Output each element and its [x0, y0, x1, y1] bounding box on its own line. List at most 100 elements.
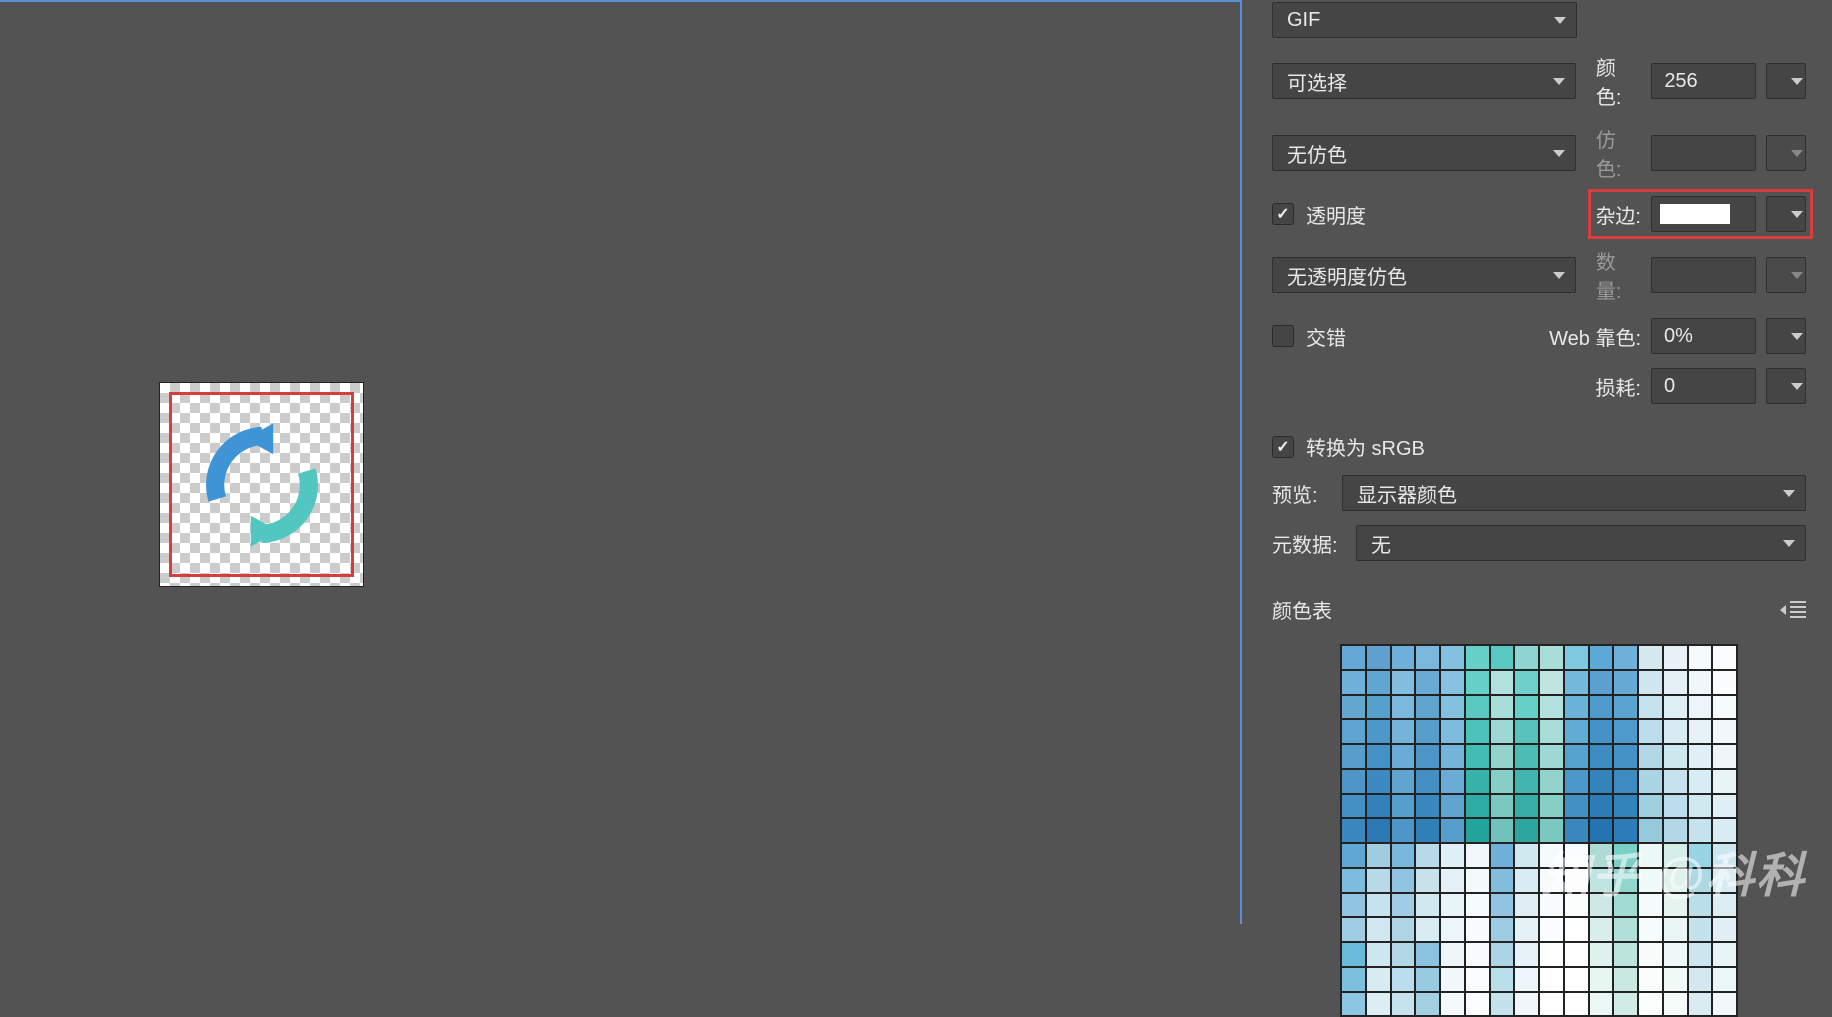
color-swatch[interactable]: [1391, 744, 1416, 769]
color-swatch[interactable]: [1712, 868, 1737, 893]
color-swatch[interactable]: [1391, 917, 1416, 942]
color-swatch[interactable]: [1440, 917, 1465, 942]
color-swatch[interactable]: [1366, 843, 1391, 868]
color-swatch[interactable]: [1688, 917, 1713, 942]
color-swatch[interactable]: [1638, 744, 1663, 769]
color-swatch[interactable]: [1589, 695, 1614, 720]
color-swatch[interactable]: [1391, 893, 1416, 918]
color-swatch[interactable]: [1638, 719, 1663, 744]
color-swatch[interactable]: [1613, 893, 1638, 918]
color-swatch[interactable]: [1688, 893, 1713, 918]
color-swatch[interactable]: [1366, 670, 1391, 695]
color-swatch[interactable]: [1539, 818, 1564, 843]
color-swatch[interactable]: [1514, 992, 1539, 1017]
color-swatch[interactable]: [1712, 719, 1737, 744]
color-swatch[interactable]: [1341, 794, 1366, 819]
color-swatch[interactable]: [1415, 868, 1440, 893]
color-swatch[interactable]: [1514, 670, 1539, 695]
color-swatch[interactable]: [1415, 967, 1440, 992]
metadata-select[interactable]: 无: [1356, 525, 1806, 561]
color-swatch[interactable]: [1564, 942, 1589, 967]
color-swatch[interactable]: [1663, 645, 1688, 670]
color-swatch[interactable]: [1415, 695, 1440, 720]
color-swatch[interactable]: [1589, 843, 1614, 868]
palette-select[interactable]: 可选择: [1272, 63, 1576, 99]
color-swatch[interactable]: [1440, 992, 1465, 1017]
color-swatch[interactable]: [1514, 645, 1539, 670]
color-swatch[interactable]: [1688, 794, 1713, 819]
transparency-dither-select[interactable]: 无透明度仿色: [1272, 257, 1576, 293]
color-swatch[interactable]: [1613, 843, 1638, 868]
color-swatch[interactable]: [1613, 967, 1638, 992]
color-swatch[interactable]: [1688, 818, 1713, 843]
color-swatch[interactable]: [1564, 917, 1589, 942]
color-swatch[interactable]: [1712, 695, 1737, 720]
color-swatch[interactable]: [1564, 893, 1589, 918]
color-swatch[interactable]: [1712, 744, 1737, 769]
color-swatch[interactable]: [1440, 967, 1465, 992]
color-swatch[interactable]: [1638, 992, 1663, 1017]
color-swatch[interactable]: [1490, 917, 1515, 942]
color-swatch[interactable]: [1539, 992, 1564, 1017]
color-swatch[interactable]: [1440, 868, 1465, 893]
color-swatch[interactable]: [1490, 645, 1515, 670]
color-swatch[interactable]: [1688, 769, 1713, 794]
color-swatch[interactable]: [1465, 695, 1490, 720]
color-swatch[interactable]: [1440, 794, 1465, 819]
color-swatch[interactable]: [1514, 744, 1539, 769]
color-swatch[interactable]: [1415, 794, 1440, 819]
color-swatch[interactable]: [1341, 645, 1366, 670]
color-swatch[interactable]: [1712, 942, 1737, 967]
color-swatch[interactable]: [1465, 769, 1490, 794]
color-swatch[interactable]: [1341, 893, 1366, 918]
color-swatch[interactable]: [1440, 645, 1465, 670]
color-swatch[interactable]: [1341, 992, 1366, 1017]
panel-menu-button[interactable]: [1780, 601, 1806, 618]
interlace-checkbox[interactable]: 交错: [1272, 322, 1346, 351]
color-swatch[interactable]: [1341, 917, 1366, 942]
color-swatch[interactable]: [1712, 769, 1737, 794]
color-swatch[interactable]: [1366, 942, 1391, 967]
color-swatch[interactable]: [1589, 670, 1614, 695]
lossy-input[interactable]: 0: [1651, 368, 1756, 404]
color-swatch[interactable]: [1514, 695, 1539, 720]
color-swatch[interactable]: [1391, 719, 1416, 744]
color-swatch[interactable]: [1391, 868, 1416, 893]
color-swatch[interactable]: [1539, 744, 1564, 769]
color-swatch[interactable]: [1490, 818, 1515, 843]
color-swatch[interactable]: [1539, 967, 1564, 992]
color-swatch[interactable]: [1712, 843, 1737, 868]
color-swatch[interactable]: [1663, 769, 1688, 794]
color-swatch[interactable]: [1712, 645, 1737, 670]
color-swatch[interactable]: [1564, 719, 1589, 744]
color-swatch[interactable]: [1688, 695, 1713, 720]
color-swatch[interactable]: [1663, 967, 1688, 992]
preview-select[interactable]: 显示器颜色: [1342, 475, 1806, 511]
color-swatch[interactable]: [1514, 967, 1539, 992]
color-swatch[interactable]: [1564, 769, 1589, 794]
color-swatch[interactable]: [1688, 868, 1713, 893]
color-swatch[interactable]: [1514, 794, 1539, 819]
color-swatch[interactable]: [1589, 868, 1614, 893]
color-swatch[interactable]: [1688, 942, 1713, 967]
color-swatch[interactable]: [1366, 769, 1391, 794]
color-swatch[interactable]: [1712, 893, 1737, 918]
color-swatch[interactable]: [1613, 794, 1638, 819]
dither-select[interactable]: 无仿色: [1272, 135, 1576, 171]
color-swatch[interactable]: [1490, 893, 1515, 918]
color-swatch[interactable]: [1663, 843, 1688, 868]
color-swatch[interactable]: [1415, 843, 1440, 868]
color-swatch[interactable]: [1688, 967, 1713, 992]
color-swatch[interactable]: [1366, 893, 1391, 918]
color-swatch[interactable]: [1514, 868, 1539, 893]
color-swatch[interactable]: [1539, 769, 1564, 794]
color-swatch[interactable]: [1490, 967, 1515, 992]
color-swatch[interactable]: [1341, 868, 1366, 893]
color-swatch[interactable]: [1564, 645, 1589, 670]
color-swatch[interactable]: [1613, 818, 1638, 843]
color-swatch[interactable]: [1366, 818, 1391, 843]
color-swatch[interactable]: [1440, 818, 1465, 843]
color-swatch[interactable]: [1638, 818, 1663, 843]
color-swatch[interactable]: [1613, 695, 1638, 720]
color-swatch[interactable]: [1613, 645, 1638, 670]
